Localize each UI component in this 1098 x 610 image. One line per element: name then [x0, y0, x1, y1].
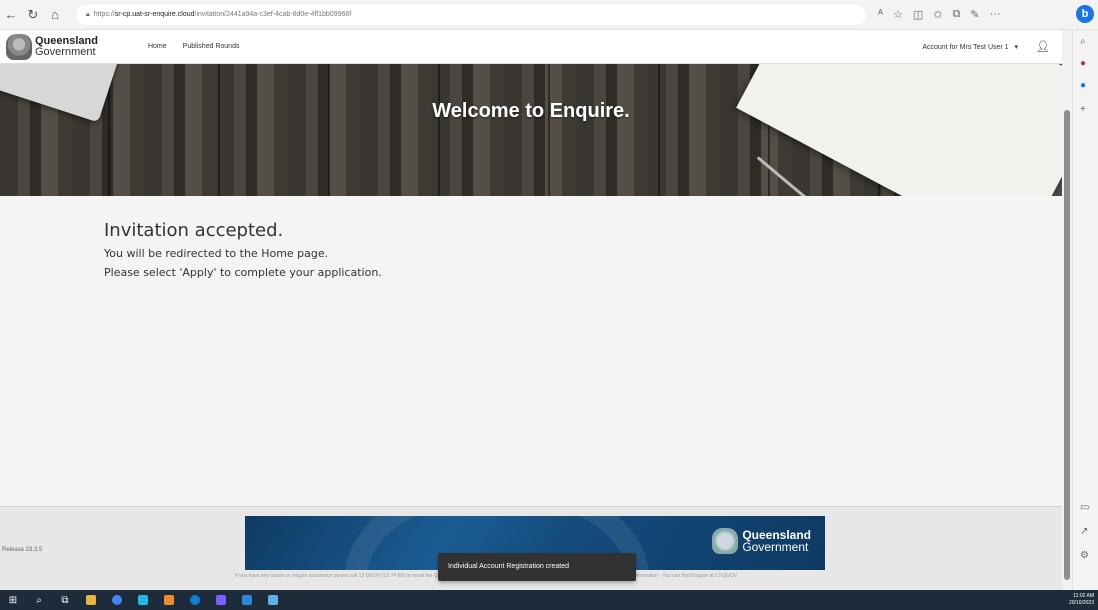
- teams-icon: [216, 595, 226, 605]
- refresh-icon[interactable]: ↻: [22, 4, 44, 26]
- footer-logo[interactable]: Queensland Government: [712, 528, 811, 554]
- nav-published-rounds[interactable]: Published Rounds: [183, 43, 240, 50]
- version-label: Release 23.3.5: [2, 547, 43, 553]
- external-link-icon[interactable]: ↗: [1080, 526, 1088, 537]
- app-header: Queensland Government Home Published Rou…: [0, 30, 1062, 64]
- paper-image: [736, 64, 1062, 196]
- url-prefix: https://: [93, 11, 115, 18]
- clock-time: 11:02 AM: [1073, 593, 1094, 599]
- chevron-down-icon: ▾: [1014, 43, 1019, 51]
- account-menu[interactable]: Account for Mrs Test User 1 ▾: [922, 43, 1018, 51]
- settings-icon[interactable]: ⚙: [1080, 550, 1089, 561]
- copilot-icon[interactable]: b: [1076, 5, 1094, 23]
- account-label: Account for Mrs Test User 1: [922, 43, 1009, 51]
- hero-title: Welcome to Enquire.: [432, 100, 630, 122]
- windows-taskbar: ⊞ ⌕ ⧉ 11:02 AM 20/10/2023: [0, 590, 1098, 610]
- hero-banner: Welcome to Enquire.: [0, 64, 1062, 196]
- taskbar-app[interactable]: [208, 590, 234, 610]
- logo-line2: Government: [35, 45, 96, 58]
- shopping-icon[interactable]: ●: [1080, 58, 1086, 69]
- nav-home[interactable]: Home: [148, 43, 167, 50]
- apply-instruction-text: Please select 'Apply' to complete your a…: [104, 266, 382, 279]
- main-content: Invitation accepted. You will be redirec…: [0, 196, 1062, 506]
- footer-logo-line2: Government: [742, 540, 809, 554]
- collections-icon[interactable]: ⧉: [952, 8, 960, 21]
- start-icon[interactable]: ⊞: [0, 590, 26, 610]
- split-screen-icon[interactable]: ◫: [913, 8, 923, 21]
- redirect-text: You will be redirected to the Home page.: [104, 247, 329, 260]
- read-aloud-icon[interactable]: ᴬ: [878, 8, 883, 21]
- scrollbar-thumb[interactable]: [1064, 110, 1070, 580]
- lock-icon: 🔒︎: [86, 10, 90, 18]
- back-icon[interactable]: ←: [0, 4, 22, 26]
- taskbar-app[interactable]: [130, 590, 156, 610]
- add-icon[interactable]: +: [1080, 104, 1086, 115]
- page-scrollbar[interactable]: [1062, 30, 1072, 590]
- chrome-icon: [112, 595, 122, 605]
- url-path: /invitation/2441a94a-c3ef-4cab-8d0e-4ff1…: [194, 11, 352, 18]
- edge-icon: [190, 595, 200, 605]
- file-explorer-icon: [86, 595, 96, 605]
- favorite-icon[interactable]: ☆: [893, 8, 903, 21]
- crest-icon: [6, 33, 32, 60]
- taskbar-app[interactable]: [78, 590, 104, 610]
- logo-line1: Queensland: [35, 34, 98, 47]
- page-title: Invitation accepted.: [104, 220, 284, 241]
- window-icon[interactable]: ▭: [1080, 502, 1089, 513]
- app-icon: [268, 595, 278, 605]
- system-clock[interactable]: 11:02 AM 20/10/2023: [1069, 593, 1094, 607]
- app-icon: [164, 595, 174, 605]
- url-host: sr-cp.uat-sr-enquire.cloud: [114, 11, 195, 18]
- confirmation-message: Invitation accepted. You will be redirec…: [104, 220, 382, 279]
- footer: Release 23.3.5 Queensland Government If …: [0, 506, 1062, 590]
- clock-date: 20/10/2023: [1068, 600, 1094, 606]
- browser-sidebar: ⌕ ● ● + ▭ ↗ ⚙: [1072, 30, 1098, 590]
- browser-toolbar: ← ↻ ⌂ 🔒︎ https://sr-cp.uat-sr-enquire.cl…: [0, 0, 1098, 30]
- more-icon[interactable]: ···: [990, 8, 1001, 21]
- main-nav: Home Published Rounds: [148, 43, 240, 50]
- app-icon: [138, 595, 148, 605]
- user-icon[interactable]: 👤︎: [1036, 40, 1050, 53]
- outlook-icon: [242, 595, 252, 605]
- tools-icon[interactable]: ●: [1080, 80, 1086, 91]
- taskbar-app[interactable]: [156, 590, 182, 610]
- taskbar-app[interactable]: [260, 590, 286, 610]
- search-icon[interactable]: ⌕: [26, 590, 52, 610]
- snackbar-toast: Individual Account Registration created: [438, 553, 636, 581]
- taskbar-app[interactable]: [182, 590, 208, 610]
- taskbar-app[interactable]: [234, 590, 260, 610]
- qld-gov-logo[interactable]: Queensland Government: [6, 33, 98, 60]
- taskbar-app[interactable]: [104, 590, 130, 610]
- favorites-icon[interactable]: ✩: [933, 8, 942, 21]
- search-icon[interactable]: ⌕: [1080, 36, 1086, 47]
- extensions-icon[interactable]: ✎: [970, 8, 979, 21]
- crest-icon: [712, 528, 739, 554]
- address-bar[interactable]: 🔒︎ https://sr-cp.uat-sr-enquire.cloud/in…: [76, 4, 866, 25]
- task-view-icon[interactable]: ⧉: [52, 590, 78, 610]
- home-icon[interactable]: ⌂: [44, 4, 66, 26]
